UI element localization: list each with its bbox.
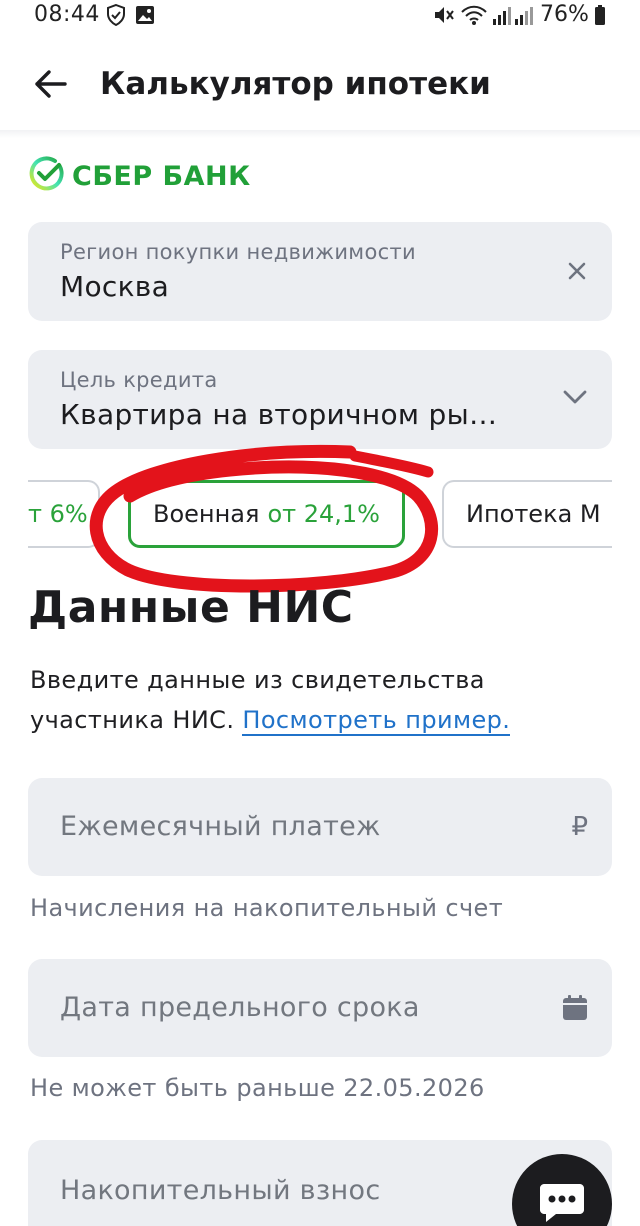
section-description: Введите данные из свидетельства участник…: [30, 660, 590, 740]
section-title: Данные НИС: [28, 582, 354, 633]
status-time: 08:44: [34, 2, 100, 27]
program-chip-military[interactable]: Военная от 24,1%: [128, 480, 405, 548]
credit-purpose-value: Квартира на вторичном ры…: [60, 398, 498, 431]
program-chip-rate: т 6%: [28, 500, 88, 528]
deadline-date-helper: Не может быть раньше 22.05.2026: [30, 1074, 485, 1102]
savings-contribution-placeholder: Накопительный взнос: [60, 1175, 381, 1206]
calendar-icon[interactable]: [562, 994, 588, 1026]
monthly-payment-input[interactable]: Ежемесячный платеж ₽: [28, 778, 612, 876]
program-chip-rate: от 24,1%: [267, 500, 380, 528]
battery-percent: 76%: [540, 2, 589, 27]
signal-roaming-icon: [514, 4, 534, 32]
credit-purpose-field[interactable]: Цель кредита Квартира на вторичном ры…: [28, 350, 612, 449]
signal-icon: [492, 4, 512, 32]
clear-icon[interactable]: [566, 260, 588, 286]
region-field[interactable]: Регион покупки недвижимости Москва: [28, 222, 612, 321]
sber-logo: СБЕР БАНК: [28, 156, 251, 196]
brand-name: СБЕР БАНК: [72, 160, 251, 192]
page-title: Калькулятор ипотеки: [100, 66, 491, 102]
chevron-down-icon[interactable]: [562, 388, 588, 410]
app-bar-divider: [0, 130, 640, 138]
ruble-icon: ₽: [571, 812, 588, 842]
arrow-left-icon: [33, 69, 67, 103]
shield-icon: [106, 3, 126, 32]
mute-icon: [432, 4, 456, 32]
image-icon: [134, 4, 156, 32]
monthly-payment-helper: Начисления на накопительный счет: [30, 894, 504, 922]
deadline-date-placeholder: Дата предельного срока: [60, 992, 420, 1023]
view-example-link[interactable]: Посмотреть пример.: [242, 706, 511, 736]
sber-logo-icon: [28, 156, 64, 196]
chat-icon: [538, 1180, 586, 1226]
program-chip-next[interactable]: Ипотека М: [442, 480, 612, 548]
monthly-payment-placeholder: Ежемесячный платеж: [60, 811, 381, 842]
wifi-icon: [460, 4, 488, 32]
status-bar: 08:44 76%: [0, 0, 640, 30]
program-chip-partial[interactable]: т 6%: [28, 480, 100, 548]
region-field-label: Регион покупки недвижимости: [60, 240, 416, 264]
program-chip-label: Ипотека М: [466, 500, 601, 528]
program-chip-label: Военная: [153, 500, 260, 528]
battery-icon: [594, 4, 606, 32]
deadline-date-input[interactable]: Дата предельного срока: [28, 959, 612, 1057]
app-bar: Калькулятор ипотеки: [0, 52, 640, 124]
program-chips[interactable]: т 6% Военная от 24,1% Ипотека М: [28, 474, 612, 554]
region-field-value: Москва: [60, 270, 170, 303]
back-button[interactable]: [28, 64, 72, 108]
credit-purpose-label: Цель кредита: [60, 368, 218, 392]
